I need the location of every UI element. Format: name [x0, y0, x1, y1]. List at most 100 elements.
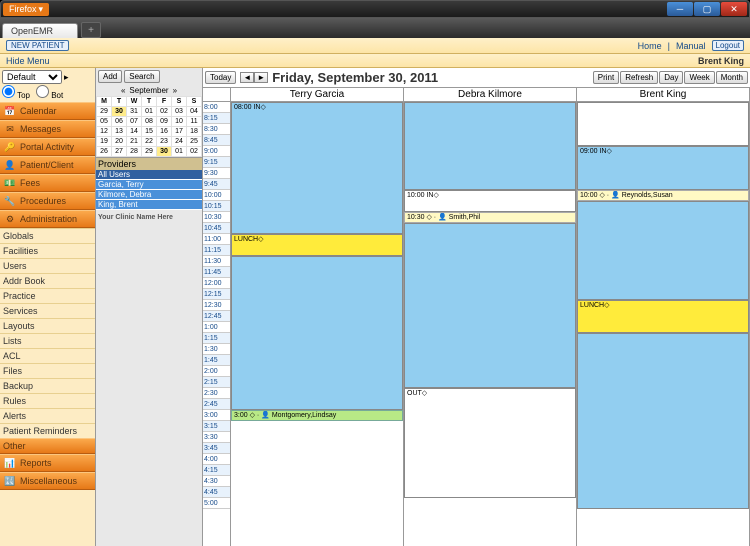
- time-slot[interactable]: 5:00: [203, 498, 230, 509]
- print-button[interactable]: Print: [593, 71, 619, 84]
- mini-calendar[interactable]: MTWTFSS293031010203040506070809101112131…: [96, 96, 202, 157]
- cal-day[interactable]: 19: [97, 137, 112, 147]
- time-slot[interactable]: 8:30: [203, 124, 230, 135]
- cal-day[interactable]: 27: [112, 147, 127, 157]
- sidebar-other-header[interactable]: Other: [0, 438, 95, 454]
- new-tab-button[interactable]: +: [81, 22, 101, 38]
- time-slot[interactable]: 12:15: [203, 289, 230, 300]
- provider-column-body[interactable]: 10:00 IN◇10:30 ◇ · 👤 Smith,PhilOUT◇: [404, 102, 576, 542]
- sidebar-item[interactable]: 🔣Miscellaneous: [0, 472, 95, 490]
- new-patient-button[interactable]: NEW PATIENT: [6, 40, 69, 51]
- cal-day[interactable]: 10: [172, 117, 187, 127]
- calendar-event[interactable]: LUNCH◇: [231, 234, 403, 256]
- time-slot[interactable]: 1:30: [203, 344, 230, 355]
- sidebar-item[interactable]: Layouts: [0, 318, 95, 333]
- time-slot[interactable]: 3:00: [203, 410, 230, 421]
- time-slot[interactable]: 3:15: [203, 421, 230, 432]
- time-slot[interactable]: 10:00: [203, 190, 230, 201]
- time-slot[interactable]: 12:00: [203, 278, 230, 289]
- time-slot[interactable]: 10:15: [203, 201, 230, 212]
- sidebar-item[interactable]: Rules: [0, 393, 95, 408]
- calendar-event[interactable]: 10:00 ◇ · 👤 Reynolds,Susan: [577, 190, 749, 201]
- provider-column-header[interactable]: Brent King: [577, 88, 749, 102]
- cal-day[interactable]: 16: [157, 127, 172, 137]
- cal-day[interactable]: 01: [172, 147, 187, 157]
- home-link[interactable]: Home: [638, 41, 662, 51]
- refresh-button[interactable]: Refresh: [620, 71, 658, 84]
- week-view-button[interactable]: Week: [684, 71, 714, 84]
- time-slot[interactable]: 3:45: [203, 443, 230, 454]
- cal-day[interactable]: 13: [112, 127, 127, 137]
- logout-button[interactable]: Logout: [712, 40, 744, 51]
- sidebar-item[interactable]: Files: [0, 363, 95, 378]
- time-slot[interactable]: 8:15: [203, 113, 230, 124]
- sidebar-item[interactable]: ✉Messages: [0, 120, 95, 138]
- top-radio[interactable]: Top: [2, 85, 30, 100]
- cal-day[interactable]: 21: [127, 137, 142, 147]
- time-slot[interactable]: 12:45: [203, 311, 230, 322]
- sidebar-item[interactable]: Lists: [0, 333, 95, 348]
- time-slot[interactable]: 8:00: [203, 102, 230, 113]
- window-maximize[interactable]: ▢: [694, 2, 720, 16]
- time-slot[interactable]: 9:00: [203, 146, 230, 157]
- cal-day[interactable]: 31: [127, 107, 142, 117]
- provider-item[interactable]: Kilmore, Debra: [96, 190, 202, 200]
- sidebar-item[interactable]: Users: [0, 258, 95, 273]
- prev-month-icon[interactable]: «: [121, 86, 125, 95]
- sidebar-item[interactable]: 👤Patient/Client: [0, 156, 95, 174]
- select-toggle-icon[interactable]: ▸: [64, 72, 69, 83]
- time-slot[interactable]: 4:15: [203, 465, 230, 476]
- next-month-icon[interactable]: »: [173, 86, 177, 95]
- provider-item[interactable]: King, Brent: [96, 200, 202, 210]
- search-button[interactable]: Search: [124, 70, 159, 83]
- providers-list[interactable]: All UsersGarcia, TerryKilmore, DebraKing…: [96, 170, 202, 210]
- calendar-event[interactable]: [404, 102, 576, 190]
- time-slot[interactable]: 9:45: [203, 179, 230, 190]
- calendar-event[interactable]: [404, 223, 576, 388]
- time-slot[interactable]: 3:30: [203, 432, 230, 443]
- cal-day[interactable]: 14: [127, 127, 142, 137]
- cal-day[interactable]: 01: [142, 107, 157, 117]
- calendar-event[interactable]: [577, 201, 749, 300]
- time-slot[interactable]: 2:15: [203, 377, 230, 388]
- calendar-event[interactable]: 10:30 ◇ · 👤 Smith,Phil: [404, 212, 576, 223]
- cal-day[interactable]: 11: [187, 117, 202, 127]
- window-minimize[interactable]: ─: [667, 2, 693, 16]
- cal-day[interactable]: 12: [97, 127, 112, 137]
- today-button[interactable]: Today: [205, 71, 236, 84]
- calendar-event[interactable]: [577, 102, 749, 146]
- sidebar-item[interactable]: 🔑Portal Activity: [0, 138, 95, 156]
- add-button[interactable]: Add: [98, 70, 122, 83]
- calendar-event[interactable]: [231, 256, 403, 410]
- calendar-event[interactable]: 3:00 ◇ · 👤 Montgomery,Lindsay: [231, 410, 403, 421]
- hide-menu-link[interactable]: Hide Menu: [6, 56, 50, 66]
- cal-day[interactable]: 24: [172, 137, 187, 147]
- time-slot[interactable]: 9:30: [203, 168, 230, 179]
- prev-day-button[interactable]: ◄: [240, 72, 254, 83]
- cal-day[interactable]: 23: [157, 137, 172, 147]
- time-slot[interactable]: 1:45: [203, 355, 230, 366]
- time-slot[interactable]: 8:45: [203, 135, 230, 146]
- sidebar-item[interactable]: Patient Reminders: [0, 423, 95, 438]
- calendar-event[interactable]: 09:00 IN◇: [577, 146, 749, 190]
- cal-day[interactable]: 03: [172, 107, 187, 117]
- next-day-button[interactable]: ►: [254, 72, 268, 83]
- sidebar-item[interactable]: Alerts: [0, 408, 95, 423]
- cal-day[interactable]: 05: [97, 117, 112, 127]
- cal-day[interactable]: 29: [97, 107, 112, 117]
- calendar-event[interactable]: 08:00 IN◇: [231, 102, 403, 234]
- calendar-event[interactable]: OUT◇: [404, 388, 576, 498]
- cal-day[interactable]: 09: [157, 117, 172, 127]
- cal-day[interactable]: 25: [187, 137, 202, 147]
- provider-column-body[interactable]: 09:00 IN◇10:00 ◇ · 👤 Reynolds,SusanLUNCH…: [577, 102, 749, 542]
- cal-day[interactable]: 26: [97, 147, 112, 157]
- time-slot[interactable]: 11:00: [203, 234, 230, 245]
- calendar-event[interactable]: [577, 333, 749, 509]
- cal-day[interactable]: 18: [187, 127, 202, 137]
- cal-day[interactable]: 30: [112, 107, 127, 117]
- cal-day[interactable]: 08: [142, 117, 157, 127]
- time-slot[interactable]: 11:15: [203, 245, 230, 256]
- cal-day[interactable]: 22: [142, 137, 157, 147]
- time-slot[interactable]: 4:00: [203, 454, 230, 465]
- time-slot[interactable]: 9:15: [203, 157, 230, 168]
